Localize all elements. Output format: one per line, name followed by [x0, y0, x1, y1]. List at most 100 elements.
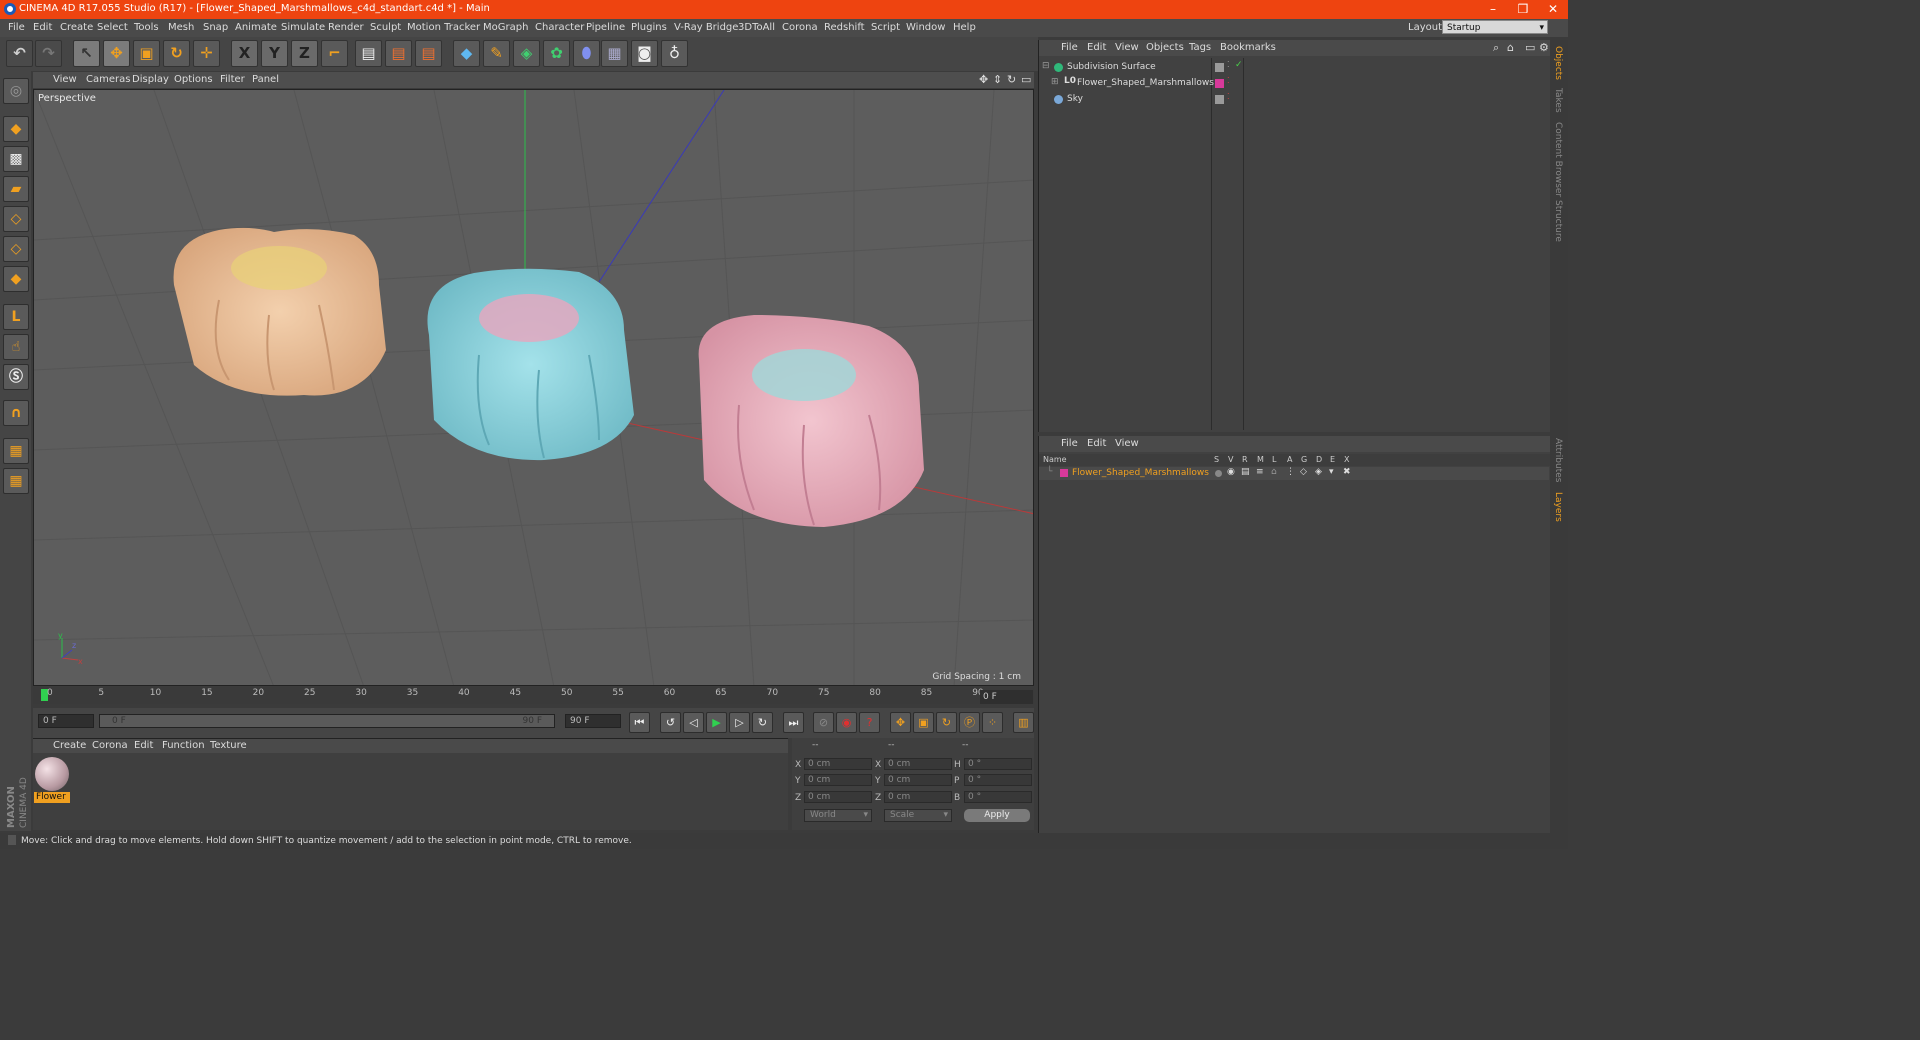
- deformer-icon[interactable]: ◈: [1315, 467, 1322, 477]
- texture-mode-button[interactable]: ▩: [3, 146, 29, 172]
- mat-menu-create[interactable]: Create: [53, 740, 86, 751]
- axis-mode-button[interactable]: L: [3, 304, 29, 330]
- previous-frame-button[interactable]: ◁: [683, 712, 704, 733]
- polygons-mode-button[interactable]: ◆: [3, 266, 29, 292]
- menu-file[interactable]: File: [8, 22, 25, 33]
- go-to-end-button[interactable]: ⏭: [783, 712, 804, 733]
- scale-tool-button[interactable]: ▣: [133, 40, 160, 67]
- lock-icon[interactable]: ⌂: [1271, 467, 1277, 477]
- tab-takes[interactable]: Takes: [1553, 88, 1563, 113]
- snap-button[interactable]: Ⓢ: [3, 364, 29, 390]
- expression-icon[interactable]: ▾: [1329, 467, 1334, 477]
- menu-window[interactable]: Window: [906, 22, 945, 33]
- search-icon[interactable]: ⌕: [1493, 41, 1499, 55]
- layer-color-swatch[interactable]: [1060, 469, 1068, 477]
- mograph-cloner-button[interactable]: ✿: [543, 40, 570, 67]
- restore-button[interactable]: ❒: [1508, 0, 1538, 19]
- mat-menu-texture[interactable]: Texture: [210, 740, 247, 751]
- menu-tools[interactable]: Tools: [134, 22, 159, 33]
- vp-menu-filter[interactable]: Filter: [220, 74, 245, 85]
- layer-col-locked[interactable]: L: [1272, 455, 1276, 464]
- end-frame-field[interactable]: 90 F: [565, 714, 621, 728]
- tab-layers[interactable]: Layers: [1553, 492, 1563, 522]
- layer-col-deformers[interactable]: D: [1316, 455, 1322, 464]
- rotation-h-field[interactable]: 0 °: [964, 758, 1032, 770]
- make-editable-button[interactable]: ◎: [3, 78, 29, 104]
- layer-col-expressions[interactable]: E: [1330, 455, 1335, 464]
- layer-col-generators[interactable]: G: [1301, 455, 1307, 464]
- timeline-ruler[interactable]: 0 5 10 15 20 25 30 35 40 45 50 55 60 65 70 75 80 85 90: [33, 687, 1034, 704]
- vp-move-icon[interactable]: ✥: [979, 73, 988, 86]
- redo-button[interactable]: ↷: [35, 40, 62, 67]
- current-frame-field[interactable]: 0 F: [980, 690, 1033, 704]
- layer-menu-edit[interactable]: Edit: [1087, 438, 1106, 449]
- tweak-mode-button[interactable]: ☝: [3, 334, 29, 360]
- go-to-start-button[interactable]: ⏮: [629, 712, 650, 733]
- collapse-icon[interactable]: ⊟: [1042, 61, 1050, 71]
- y-axis-button[interactable]: Y: [261, 40, 288, 67]
- next-frame-button[interactable]: ▷: [729, 712, 750, 733]
- vp-menu-cameras[interactable]: Cameras: [86, 74, 130, 85]
- layer-tag-icon[interactable]: [1215, 95, 1224, 104]
- vp-menu-view[interactable]: View: [53, 74, 77, 85]
- layer-tag-icon[interactable]: [1215, 63, 1224, 72]
- key-scale-button[interactable]: ▣: [913, 712, 934, 733]
- layer-col-manager[interactable]: M: [1257, 455, 1264, 464]
- cube-primitive-button[interactable]: ◆: [453, 40, 480, 67]
- menu-help[interactable]: Help: [953, 22, 976, 33]
- generator-icon[interactable]: ◇: [1300, 467, 1307, 477]
- object-row-sky[interactable]: Sky ⁚: [1039, 92, 1549, 108]
- apply-button[interactable]: Apply: [964, 809, 1030, 822]
- vp-maximize-icon[interactable]: ▭: [1021, 73, 1031, 86]
- layout-select[interactable]: Startup ▾: [1442, 20, 1548, 34]
- object-row-flower-shaped-marshmallows[interactable]: ⊞ L0 Flower_Shaped_Marshmallows ⁚: [1039, 76, 1549, 92]
- layer-col-solo[interactable]: S: [1214, 455, 1219, 464]
- position-z-field[interactable]: 0 cm: [804, 791, 872, 803]
- recent-tool-button[interactable]: ✛: [193, 40, 220, 67]
- layer-col-xref[interactable]: X: [1344, 455, 1349, 464]
- keyframe-selection-button[interactable]: ?: [859, 712, 880, 733]
- menu-snap[interactable]: Snap: [203, 22, 228, 33]
- menu-pipeline[interactable]: Pipeline: [586, 22, 625, 33]
- obj-menu-tags[interactable]: Tags: [1189, 42, 1211, 53]
- enabled-check-icon[interactable]: ✓: [1235, 60, 1243, 70]
- scale-mode-select[interactable]: Scale ▾: [884, 809, 952, 822]
- vp-menu-panel[interactable]: Panel: [252, 74, 279, 85]
- rotation-b-field[interactable]: 0 °: [964, 791, 1032, 803]
- visibility-dots-icon[interactable]: ⁚: [1227, 76, 1230, 85]
- rotation-p-field[interactable]: 0 °: [964, 774, 1032, 786]
- minimize-button[interactable]: –: [1478, 0, 1508, 19]
- vp-rotate-icon[interactable]: ↻: [1007, 73, 1016, 86]
- menu-3dtoall[interactable]: 3DToAll: [738, 22, 775, 33]
- frame-range-slider[interactable]: 0 F 90 F: [99, 714, 555, 728]
- obj-menu-edit[interactable]: Edit: [1087, 42, 1106, 53]
- layer-row-flower-shaped-marshmallows[interactable]: └ Flower_Shaped_Marshmallows ◉ ▤ ≡ ⌂ ⋮ ◇…: [1039, 467, 1549, 480]
- settings-icon[interactable]: ⚙: [1539, 41, 1549, 54]
- move-tool-button[interactable]: ✥: [103, 40, 130, 67]
- menu-character[interactable]: Character: [535, 22, 584, 33]
- solo-dot-icon[interactable]: [1215, 470, 1222, 477]
- layer-col-animation[interactable]: A: [1287, 455, 1292, 464]
- render-clapper-icon[interactable]: ▤: [1241, 467, 1250, 477]
- visibility-dots-icon[interactable]: ⁚: [1227, 92, 1230, 101]
- render-view-button[interactable]: ▤: [355, 40, 382, 67]
- x-axis-button[interactable]: X: [231, 40, 258, 67]
- xref-icon[interactable]: ✖: [1343, 467, 1351, 477]
- next-key-button[interactable]: ↻: [752, 712, 773, 733]
- vp-zoom-icon[interactable]: ⇕: [993, 73, 1002, 86]
- rotate-tool-button[interactable]: ↻: [163, 40, 190, 67]
- light-button[interactable]: ♁: [661, 40, 688, 67]
- menu-create[interactable]: Create: [60, 22, 93, 33]
- menu-edit[interactable]: Edit: [33, 22, 52, 33]
- subdivision-generator-button[interactable]: ◈: [513, 40, 540, 67]
- layer-menu-view[interactable]: View: [1115, 438, 1139, 449]
- floor-button[interactable]: ▦: [601, 40, 628, 67]
- close-button[interactable]: ✕: [1538, 0, 1568, 19]
- manager-icon[interactable]: ≡: [1256, 467, 1264, 477]
- size-z-field[interactable]: 0 cm: [884, 791, 952, 803]
- layer-menu-file[interactable]: File: [1061, 438, 1078, 449]
- render-picture-viewer-button[interactable]: ▤: [385, 40, 412, 67]
- menu-vray-bridge[interactable]: V-Ray Bridge: [674, 22, 738, 33]
- render-settings-button[interactable]: ▤: [415, 40, 442, 67]
- vp-menu-options[interactable]: Options: [174, 74, 213, 85]
